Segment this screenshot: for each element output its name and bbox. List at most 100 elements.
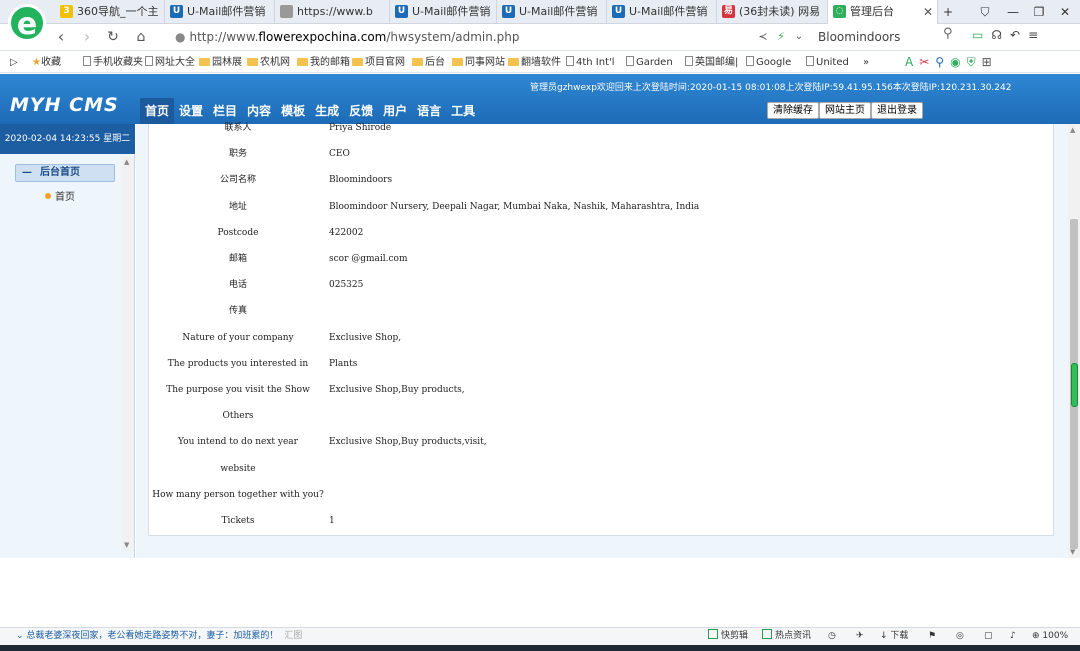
browser-tab[interactable]: 易 (36封未读) 网易 [717, 0, 828, 24]
browser-icon[interactable]: ◎ [956, 628, 964, 645]
shirt-icon[interactable]: ⛉ [972, 0, 998, 24]
current-date: 2020-02-04 14:23:55 星期二 [0, 124, 135, 154]
detail-row: 职务 CEO [148, 145, 848, 163]
browser-tab[interactable]: ◌ 管理后台 ✕ [828, 0, 938, 24]
sidebar-scrollbar[interactable]: ▲ ▼ [122, 156, 134, 551]
battery-icon[interactable]: ▭ [972, 28, 991, 42]
search-tool-icon[interactable]: ⚲ [935, 55, 950, 69]
maximize-icon[interactable]: ❐ [1026, 0, 1052, 24]
bookmark-item[interactable]: 后台 [412, 52, 445, 73]
bookmark-label: Garden [636, 57, 673, 68]
search-input[interactable]: Bloomindoors [810, 27, 960, 48]
bookmark-item[interactable]: United [806, 52, 849, 73]
bookmark-item[interactable]: 项目官网 [352, 52, 405, 73]
browser-tab[interactable]: https://www.b [275, 0, 390, 24]
clear-cache-button[interactable]: 清除缓存 [767, 102, 819, 119]
bookmark-item[interactable]: ★收藏 [32, 52, 61, 73]
bookmark-label: 英国邮编| [695, 57, 739, 68]
sidebar-group-admin-home[interactable]: — 后台首页 [15, 164, 115, 182]
game-icon[interactable]: ◉ [950, 55, 966, 69]
scroll-down-icon[interactable]: ▼ [124, 541, 129, 549]
translate-icon[interactable]: A [905, 55, 919, 69]
window-icon[interactable]: ▢ [984, 628, 993, 645]
detail-label: 公司名称 [219, 175, 256, 186]
new-tab-button[interactable]: + [935, 0, 961, 24]
bookmark-item[interactable]: 同事网站 [452, 52, 505, 73]
side-grip-handle[interactable] [1071, 363, 1078, 407]
address-bar[interactable]: ● http://www.flowerexpochina.com/hwsystem… [175, 27, 750, 48]
close-window-icon[interactable]: ✕ [1052, 0, 1078, 24]
forward-icon[interactable]: › [76, 26, 98, 48]
back-icon[interactable]: ‹ [50, 26, 72, 48]
url-path: /hwsystem/admin.php [386, 30, 520, 44]
browser-tab[interactable]: U U-Mail邮件营销 [390, 0, 497, 24]
hot-news-button[interactable]: 热点资讯 [762, 628, 811, 645]
zoom-level[interactable]: ⊕ 100% [1032, 628, 1068, 645]
close-tab-icon[interactable]: ✕ [923, 0, 933, 24]
bookmark-item[interactable]: 园林展 [199, 52, 242, 73]
folder-icon [452, 58, 463, 66]
browser-tab[interactable]: U U-Mail邮件营销 [497, 0, 607, 24]
bookmark-item[interactable]: » [863, 52, 869, 73]
bookmark-item[interactable]: Google [746, 52, 791, 73]
bookmark-item[interactable]: 农机网 [247, 52, 290, 73]
bookmark-item[interactable]: Garden [626, 52, 673, 73]
apps-grid-icon[interactable]: ⊞ [982, 55, 998, 69]
detail-row: Postcode 422002 [148, 224, 848, 242]
pin-icon[interactable]: ✈ [856, 628, 864, 645]
scroll-down-icon[interactable]: ▼ [1070, 548, 1075, 556]
detail-row: website [148, 460, 848, 478]
main-scrollbar[interactable]: ▲ ▼ [1068, 124, 1080, 558]
bookmark-item[interactable]: 4th Int'l [566, 52, 615, 73]
loading-icon: ◌ [833, 5, 846, 18]
scroll-up-icon[interactable]: ▲ [1070, 126, 1075, 134]
browser-logo-icon[interactable]: e [8, 4, 46, 42]
page-icon [145, 56, 153, 66]
detail-row: The products you interested in Plants [148, 355, 848, 373]
news-ticker[interactable]: ⌄ 总裁老婆深夜回家，老公看她走路姿势不对，妻子：加班累的！ 汇图 [16, 628, 302, 645]
scroll-up-icon[interactable]: ▲ [124, 158, 129, 166]
folder-icon [412, 58, 423, 66]
browser-tab[interactable]: U U-Mail邮件营销 [607, 0, 717, 24]
dropdown-icon[interactable]: ⌄ [788, 26, 810, 48]
browser-tab-label: U-Mail邮件营销 [629, 5, 708, 18]
volume-icon[interactable]: ♪ [1010, 628, 1016, 645]
download-button[interactable]: ↓ 下载 [880, 628, 908, 645]
bookmark-item[interactable]: 翻墙软件 [508, 52, 561, 73]
headset-icon[interactable]: ☊ [991, 28, 1010, 42]
history-icon[interactable]: ◷ [828, 628, 836, 645]
chevron-down-icon[interactable]: ⌄ [16, 631, 26, 641]
menu-icon[interactable]: ≡ [1028, 28, 1046, 42]
news-text[interactable]: 总裁老婆深夜回家，老公看她走路姿势不对，妻子：加班累的！ [26, 631, 278, 641]
detail-value: 1 [329, 516, 335, 526]
bookmark-item[interactable]: 英国邮编| [685, 52, 738, 73]
scissors-icon[interactable]: ✂ [919, 55, 935, 69]
sidebar-toggle-icon[interactable]: ▷ [10, 52, 18, 73]
flag-icon[interactable]: ⚑ [928, 628, 936, 645]
detail-value: 422002 [329, 227, 364, 238]
bookmark-item[interactable]: 网址大全 [145, 52, 195, 73]
site-info-icon[interactable]: ● [175, 30, 185, 44]
sidebar-item-home[interactable]: 首页 [45, 188, 75, 203]
bookmark-item[interactable]: 我的邮箱 [297, 52, 350, 73]
home-icon[interactable]: ⌂ [130, 26, 152, 48]
undo-icon[interactable]: ↶ [1010, 28, 1028, 42]
detail-label: The products you interested in [167, 358, 309, 369]
collapse-icon[interactable]: — [22, 167, 32, 178]
refresh-icon[interactable]: ↻ [102, 26, 124, 48]
detail-row: 邮箱 scor @gmail.com [148, 250, 848, 268]
search-icon[interactable]: ⚲ [943, 26, 953, 41]
quick-edit-button[interactable]: 快剪辑 [708, 628, 748, 645]
logout-button[interactable]: 退出登录 [871, 102, 923, 119]
minimize-icon[interactable]: — [1000, 0, 1026, 24]
browser-tab[interactable]: 3 360导航_一个主 [55, 0, 165, 24]
site-home-button[interactable]: 网站主页 [819, 102, 871, 119]
extension-icons[interactable]: A✂⚲◉⛨⊞ [905, 55, 998, 70]
page-icon [746, 56, 754, 66]
bookmark-item[interactable]: 手机收藏夹 [83, 52, 143, 73]
shield-icon[interactable]: ⛨ [967, 55, 982, 69]
detail-label: 联系人 [224, 123, 252, 133]
bookmark-label: 后台 [425, 57, 445, 68]
toolbar-icons[interactable]: ▭☊↶≡ [972, 28, 1046, 42]
browser-tab[interactable]: U U-Mail邮件营销 [165, 0, 275, 24]
